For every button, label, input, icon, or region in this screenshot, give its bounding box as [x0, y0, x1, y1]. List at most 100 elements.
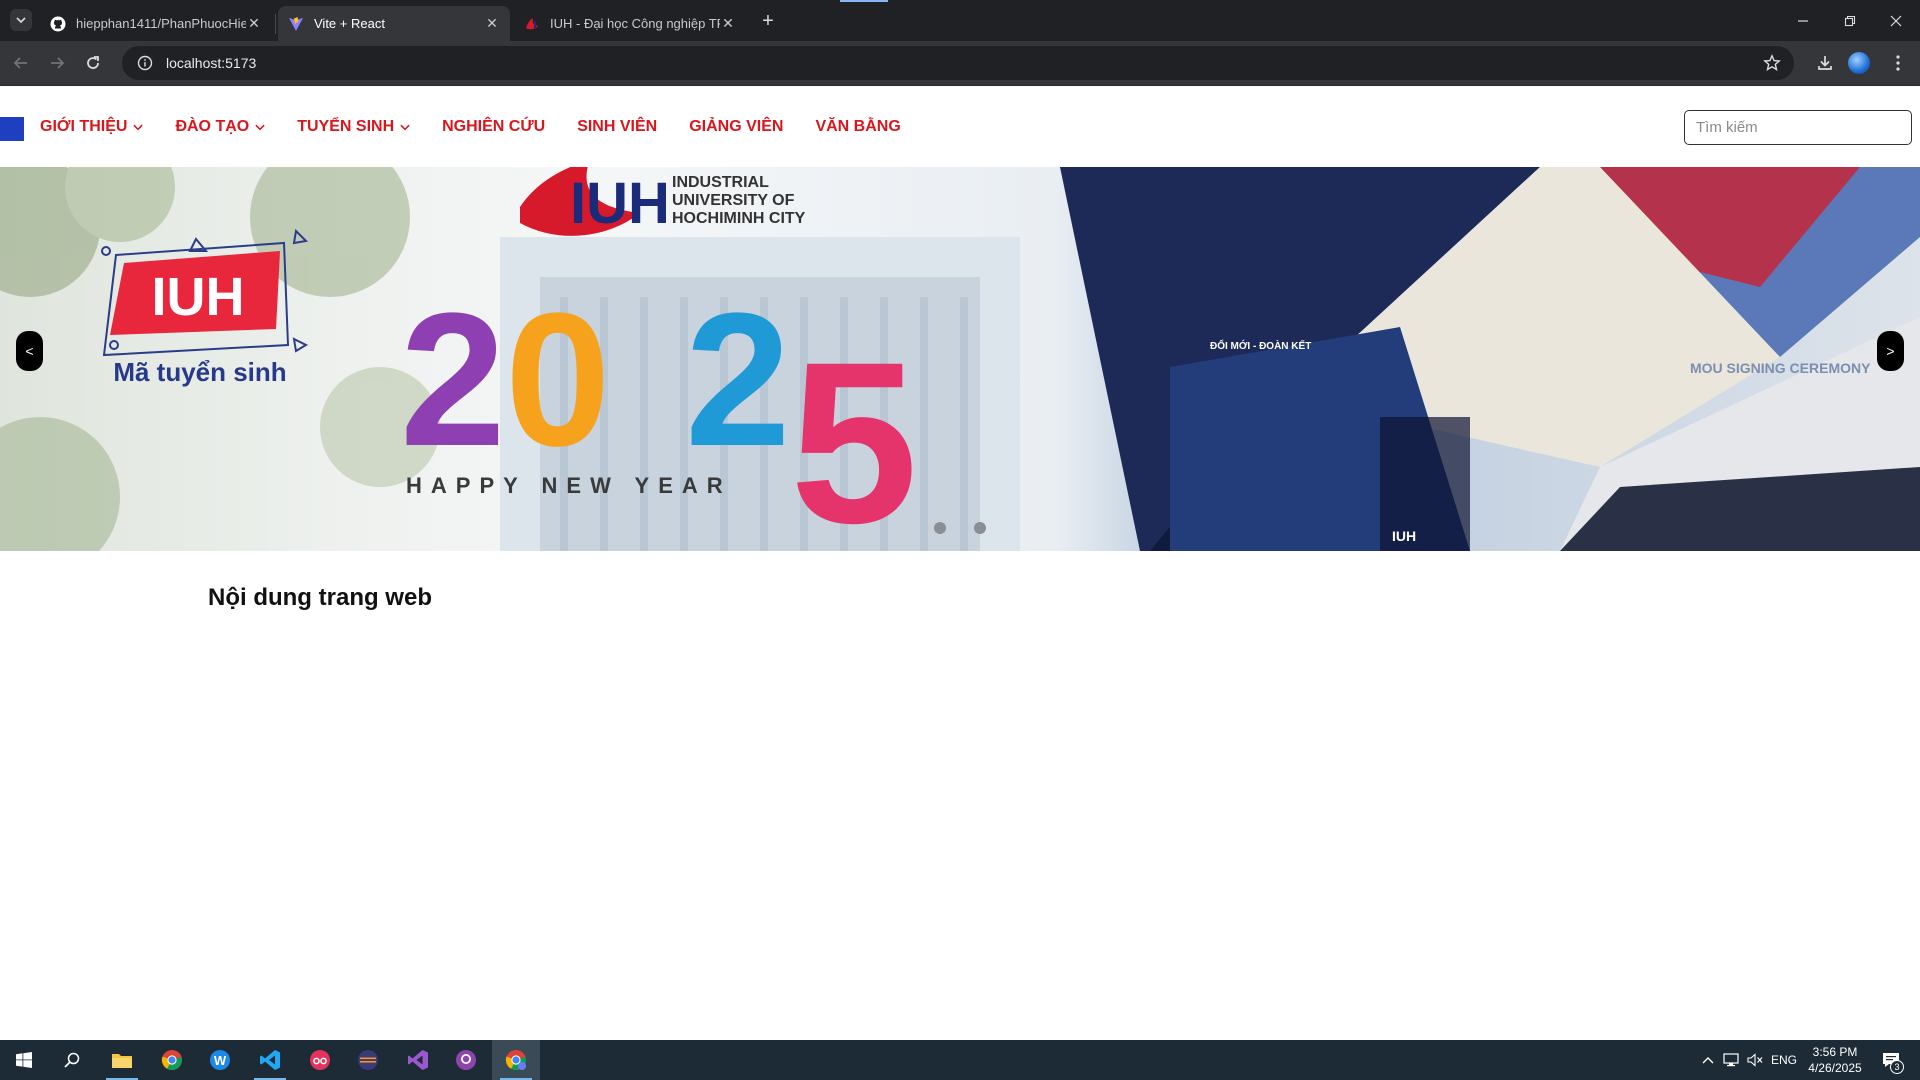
- w-app-icon: W: [210, 1050, 230, 1070]
- nav-item-label: NGHIÊN CỨU: [442, 118, 546, 135]
- start-button[interactable]: [0, 1040, 48, 1080]
- year-digit: 2: [685, 274, 791, 486]
- nav-item-label: TUYỂN SINH: [297, 118, 395, 135]
- site-info-icon[interactable]: [128, 55, 162, 71]
- browser-tab-github[interactable]: hiepphan1411/PhanPhuocHiep ✕: [40, 6, 272, 41]
- eclipse-icon: [358, 1050, 378, 1070]
- close-tab-icon[interactable]: ✕: [720, 15, 736, 32]
- nav-item-nghien-cuu[interactable]: NGHIÊN CỨU: [442, 118, 545, 136]
- nav-item-tuyen-sinh[interactable]: TUYỂN SINH: [297, 118, 410, 136]
- search-input[interactable]: [1684, 110, 1912, 145]
- clock-date: 4/26/2025: [1808, 1061, 1862, 1075]
- system-clock[interactable]: 3:56 PM 4/26/2025: [1800, 1044, 1870, 1076]
- nav-item-gioi-thieu[interactable]: GIỚI THIỆU: [40, 118, 144, 136]
- hero-carousel: IUH Mã tuyển sinh IUH INDUSTRIAL UNIVERS…: [0, 167, 1920, 551]
- github-desktop-icon: [456, 1050, 476, 1070]
- chevron-down-icon: [400, 122, 410, 132]
- nav-item-label: GIẢNG VIÊN: [689, 118, 784, 135]
- github-desktop-button[interactable]: [442, 1040, 490, 1080]
- notification-center-button[interactable]: [1876, 1040, 1906, 1080]
- app-oo-button[interactable]: [296, 1040, 344, 1080]
- site-logo[interactable]: [0, 117, 24, 141]
- restore-button[interactable]: [1827, 0, 1873, 41]
- nav-item-label: SINH VIÊN: [577, 118, 658, 135]
- minimize-icon: [1798, 19, 1808, 22]
- tab-title: IUH - Đại học Công nghiệp TP.HCM: [550, 16, 720, 31]
- visual-studio-icon: [408, 1050, 428, 1070]
- greeting-text: HAPPY NEW YEAR: [406, 473, 732, 498]
- forward-button[interactable]: [42, 48, 72, 78]
- iuh-logo: IUH INDUSTRIAL UNIVERSITY OF HOCHIMINH C…: [520, 167, 806, 236]
- minimize-button[interactable]: [1780, 0, 1826, 41]
- year-digit: 5: [790, 314, 918, 551]
- nav-item-label: VĂN BẰNG: [815, 118, 901, 135]
- chrome-icon: [505, 1050, 526, 1071]
- close-tab-icon[interactable]: ✕: [484, 15, 500, 32]
- vscode-button[interactable]: [246, 1040, 294, 1080]
- restore-icon: [1844, 15, 1856, 26]
- nav-item-giang-vien[interactable]: GIẢNG VIÊN: [689, 118, 783, 136]
- nav-item-van-bang[interactable]: VĂN BẰNG: [815, 118, 900, 136]
- reload-button[interactable]: [78, 48, 108, 78]
- search-icon: [64, 1052, 80, 1068]
- chevron-down-icon: [133, 122, 144, 132]
- app-w-button[interactable]: W: [196, 1040, 244, 1080]
- download-icon: [1818, 56, 1832, 70]
- language-indicator[interactable]: ENG: [1768, 1040, 1800, 1080]
- nav-item-sinh-vien[interactable]: SINH VIÊN: [577, 118, 657, 136]
- year-digit: 2: [400, 274, 506, 486]
- tab-search-button[interactable]: [10, 9, 32, 31]
- file-explorer-button[interactable]: [98, 1040, 146, 1080]
- chrome-active-button[interactable]: [492, 1040, 540, 1080]
- address-bar[interactable]: localhost:5173: [122, 46, 1794, 80]
- oo-app-icon: [310, 1050, 330, 1070]
- browser-tab-iuh[interactable]: IUH - Đại học Công nghiệp TP.HCM ✕: [514, 6, 746, 41]
- new-tab-button[interactable]: +: [756, 9, 780, 33]
- windows-taskbar: W ENG 3:56 PM 4/26/2025 3: [0, 1040, 1920, 1080]
- browser-menu-button[interactable]: [1883, 48, 1913, 78]
- close-tab-icon[interactable]: ✕: [246, 15, 262, 32]
- chrome-button[interactable]: [148, 1040, 196, 1080]
- visual-studio-button[interactable]: [394, 1040, 442, 1080]
- eclipse-button[interactable]: [344, 1040, 392, 1080]
- university-name-line: INDUSTRIAL: [672, 174, 769, 191]
- browser-tab-vite[interactable]: Vite + React ✕: [278, 6, 510, 41]
- logo-text: IUH: [570, 171, 670, 236]
- badge-caption: Mã tuyển sinh: [113, 357, 286, 387]
- nav-item-dao-tao[interactable]: ĐÀO TẠO: [175, 118, 265, 136]
- close-icon: [1890, 15, 1902, 26]
- carousel-prev-button[interactable]: <: [16, 331, 43, 371]
- university-name-line: HOCHIMINH CITY: [672, 210, 806, 227]
- tab-title: hiepphan1411/PhanPhuocHiep: [76, 16, 246, 31]
- notification-count-badge: 3: [1890, 1060, 1904, 1074]
- tray-overflow-button[interactable]: [1698, 1040, 1718, 1080]
- windows-logo-icon: [16, 1052, 32, 1068]
- svg-text:W: W: [214, 1053, 227, 1068]
- network-icon[interactable]: [1720, 1040, 1742, 1080]
- university-name-line: UNIVERSITY OF: [672, 192, 795, 209]
- tab-loading-indicator: [840, 0, 888, 2]
- github-icon: [50, 16, 66, 32]
- search-button[interactable]: [48, 1040, 96, 1080]
- carousel-dot[interactable]: [934, 522, 946, 534]
- campaign-text: ĐỔI MỚI - ĐOÀN KẾT: [1210, 339, 1311, 352]
- chrome-icon: [161, 1050, 182, 1071]
- vscode-icon: [260, 1050, 280, 1070]
- close-window-button[interactable]: [1873, 0, 1919, 41]
- badge-text: IUH: [152, 267, 245, 327]
- year-digit: 0: [505, 274, 611, 486]
- carousel-next-button[interactable]: >: [1877, 331, 1904, 371]
- tab-divider: [275, 14, 276, 34]
- back-button[interactable]: [6, 48, 36, 78]
- chevron-down-icon: [16, 17, 26, 24]
- nav-menu: GIỚI THIỆU ĐÀO TẠO TUYỂN SINH NGHIÊN CỨU…: [40, 87, 933, 167]
- carousel-dot[interactable]: [974, 522, 986, 534]
- bookmark-star-icon[interactable]: [1762, 53, 1782, 73]
- admission-badge: IUH Mã tuyển sinh: [101, 228, 309, 387]
- banner-artwork: IUH Mã tuyển sinh IUH INDUSTRIAL UNIVERS…: [0, 167, 1920, 551]
- downloads-button[interactable]: [1810, 48, 1840, 78]
- profile-avatar[interactable]: [1848, 52, 1870, 74]
- arrow-right-icon: [51, 57, 65, 69]
- iuh-icon: [524, 16, 540, 32]
- volume-muted-icon[interactable]: [1744, 1040, 1766, 1080]
